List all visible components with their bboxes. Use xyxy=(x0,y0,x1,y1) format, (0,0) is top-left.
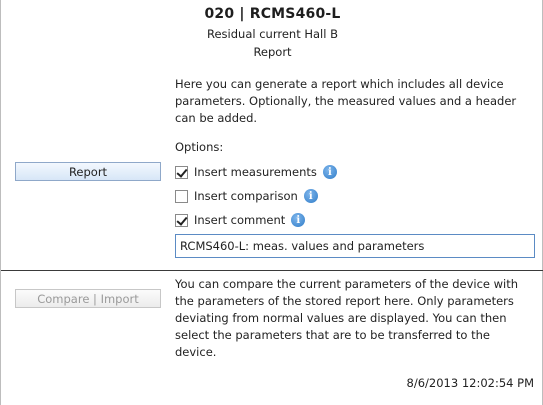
options-label: Options: xyxy=(175,140,224,154)
comment-input[interactable] xyxy=(175,234,535,258)
option-label: Insert comment xyxy=(194,213,286,227)
info-icon[interactable]: i xyxy=(322,165,337,179)
checkbox-insert-measurements[interactable] xyxy=(175,165,188,179)
option-insert-comparison[interactable]: Insert comparison i xyxy=(175,187,318,205)
section-title: Report xyxy=(253,45,292,59)
device-subtitle: Residual current Hall B xyxy=(207,27,338,41)
option-label: Insert comparison xyxy=(194,189,298,203)
info-icon[interactable]: i xyxy=(303,189,318,203)
option-insert-comment[interactable]: Insert comment i xyxy=(175,211,306,229)
compare-import-button[interactable]: Compare | Import xyxy=(15,289,161,308)
timestamp: 8/6/2013 12:02:54 PM xyxy=(406,376,534,390)
option-insert-measurements[interactable]: Insert measurements i xyxy=(175,163,337,181)
report-button[interactable]: Report xyxy=(15,162,161,181)
device-title: 020 | RCMS460-L xyxy=(204,6,341,22)
checkbox-insert-comparison[interactable] xyxy=(175,189,188,203)
info-icon[interactable]: i xyxy=(291,213,306,227)
compare-description: You can compare the current parameters o… xyxy=(175,277,519,359)
report-description: Here you can generate a report which inc… xyxy=(175,77,517,125)
option-label: Insert measurements xyxy=(194,165,317,179)
report-panel: 020 | RCMS460-L Residual current Hall B … xyxy=(0,0,543,405)
section-divider xyxy=(1,270,543,271)
checkbox-insert-comment[interactable] xyxy=(175,213,188,227)
